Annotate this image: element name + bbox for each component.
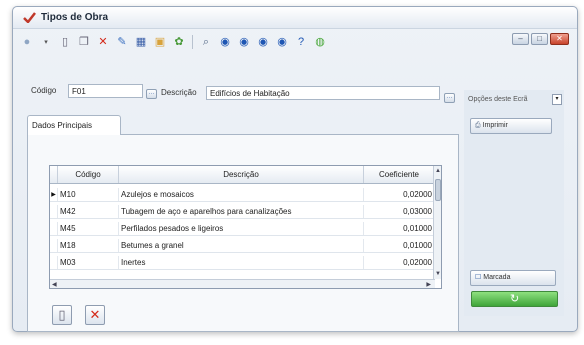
scroll-up-icon[interactable]: ▲ bbox=[435, 168, 441, 174]
printer-icon: ⎙ bbox=[475, 122, 481, 129]
row-indicator-header bbox=[50, 166, 58, 183]
imprimir-button[interactable]: ⎙ Imprimir bbox=[470, 118, 552, 134]
grid-icon[interactable]: ▦ bbox=[133, 34, 149, 50]
close-button[interactable]: ✕ bbox=[550, 33, 569, 45]
codigo-label: Código bbox=[31, 86, 57, 95]
codigo-lookup-button[interactable]: ··· bbox=[146, 89, 157, 99]
first-icon[interactable]: ◉ bbox=[217, 34, 233, 50]
new-doc-icon[interactable]: ▯ bbox=[57, 34, 73, 50]
search-icon[interactable]: ⌕ bbox=[198, 34, 214, 50]
descricao-field[interactable]: Edifícios de Habitação bbox=[206, 86, 440, 100]
edit-icon[interactable]: ✎ bbox=[114, 34, 130, 50]
cell-codigo[interactable]: M42 bbox=[58, 205, 119, 218]
minimize-button[interactable]: – bbox=[512, 33, 529, 45]
cell-coeficiente[interactable]: 0,02000 bbox=[364, 256, 435, 269]
options-label: Opções deste Ecrã bbox=[468, 96, 528, 103]
scroll-right-icon[interactable]: ▶ bbox=[426, 281, 431, 288]
toolbar: ● ▾ ▯ ❐ ✕ ✎ ▦ ▣ ✿ ⌕ ◉ ◉ ◉ ◉ ? ◍ bbox=[19, 32, 409, 52]
table-row[interactable]: M18 Betumes a granel 0,01000 bbox=[50, 239, 435, 253]
toolbar-separator bbox=[192, 35, 193, 49]
cell-descricao[interactable]: Betumes a granel bbox=[119, 239, 364, 252]
horizontal-scrollbar[interactable]: ◀ ▶ bbox=[50, 279, 435, 288]
delete-icon[interactable]: ✕ bbox=[95, 34, 111, 50]
cell-codigo[interactable]: M45 bbox=[58, 222, 119, 235]
title-bar: Tipos de Obra bbox=[13, 7, 577, 29]
cell-descricao[interactable]: Tubagem de aço e aparelhos para canaliza… bbox=[119, 205, 364, 218]
table-row[interactable]: M03 Inertes 0,02000 bbox=[50, 256, 435, 270]
cell-codigo[interactable]: M03 bbox=[58, 256, 119, 269]
column-header-codigo[interactable]: Código bbox=[58, 166, 119, 183]
next-icon[interactable]: ◉ bbox=[255, 34, 271, 50]
vertical-scroll-thumb[interactable] bbox=[435, 179, 441, 201]
cell-descricao[interactable]: Perfilados pesados e ligeiros bbox=[119, 222, 364, 235]
marcada-button[interactable]: ☐ Marcada bbox=[470, 270, 556, 286]
cell-descricao[interactable]: Azulejos e mosaicos bbox=[119, 188, 364, 201]
confirm-icon: ↻ bbox=[510, 293, 520, 305]
checkmark-icon bbox=[23, 12, 36, 23]
circle-icon[interactable]: ● bbox=[19, 34, 35, 50]
prev-icon[interactable]: ◉ bbox=[236, 34, 252, 50]
scroll-left-icon[interactable]: ◀ bbox=[52, 281, 57, 288]
cell-descricao[interactable]: Inertes bbox=[119, 256, 364, 269]
window-title: Tipos de Obra bbox=[41, 12, 109, 23]
copy-doc-icon[interactable]: ❐ bbox=[76, 34, 92, 50]
options-panel: Opções deste Ecrã ▾ ⎙ Imprimir ☐ Marcada bbox=[464, 90, 564, 316]
column-header-coeficiente[interactable]: Coeficiente bbox=[364, 166, 435, 183]
refresh-icon[interactable]: ✿ bbox=[171, 34, 187, 50]
table-row[interactable]: M42 Tubagem de aço e aparelhos para cana… bbox=[50, 205, 435, 219]
image-icon[interactable]: ▣ bbox=[152, 34, 168, 50]
exit-icon[interactable]: ◍ bbox=[312, 34, 328, 50]
imprimir-label: Imprimir bbox=[482, 122, 508, 129]
dropdown-icon[interactable]: ▾ bbox=[38, 34, 54, 50]
tab-dados-principais[interactable]: Dados Principais bbox=[27, 115, 121, 135]
new-doc-icon: ▯ bbox=[58, 307, 66, 322]
table-header: Código Descrição Coeficiente bbox=[50, 166, 441, 184]
help-icon[interactable]: ? bbox=[293, 34, 309, 50]
scroll-down-icon[interactable]: ▼ bbox=[435, 271, 441, 277]
items-table: Código Descrição Coeficiente ▶ M10 Azule… bbox=[49, 165, 442, 289]
maximize-button[interactable]: □ bbox=[531, 33, 548, 45]
codigo-field[interactable]: F01 bbox=[68, 84, 143, 98]
last-icon[interactable]: ◉ bbox=[274, 34, 290, 50]
column-header-descricao[interactable]: Descrição bbox=[119, 166, 364, 183]
delete-row-button[interactable]: ✕ bbox=[85, 305, 105, 325]
descricao-lookup-button[interactable]: ··· bbox=[444, 93, 455, 103]
confirm-button[interactable]: ↻ bbox=[471, 291, 558, 307]
descricao-label: Descrição bbox=[161, 88, 197, 97]
table-row[interactable]: M45 Perfilados pesados e ligeiros 0,0100… bbox=[50, 222, 435, 236]
cell-coeficiente[interactable]: 0,01000 bbox=[364, 222, 435, 235]
add-row-button[interactable]: ▯ bbox=[52, 305, 72, 325]
marcada-checkbox-icon: ☐ bbox=[475, 274, 482, 281]
options-dropdown-button[interactable]: ▾ bbox=[552, 94, 562, 105]
cell-coeficiente[interactable]: 0,02000 bbox=[364, 188, 435, 201]
current-row-icon: ▶ bbox=[50, 188, 58, 201]
delete-icon: ✕ bbox=[89, 307, 101, 322]
table-row[interactable]: ▶ M10 Azulejos e mosaicos 0,02000 bbox=[50, 188, 435, 202]
cell-coeficiente[interactable]: 0,03000 bbox=[364, 205, 435, 218]
cell-codigo[interactable]: M10 bbox=[58, 188, 119, 201]
marcada-label: Marcada bbox=[483, 274, 511, 281]
vertical-scrollbar[interactable]: ▲ ▼ bbox=[433, 166, 441, 279]
cell-coeficiente[interactable]: 0,01000 bbox=[364, 239, 435, 252]
window-controls: – □ ✕ bbox=[512, 33, 569, 45]
cell-codigo[interactable]: M18 bbox=[58, 239, 119, 252]
